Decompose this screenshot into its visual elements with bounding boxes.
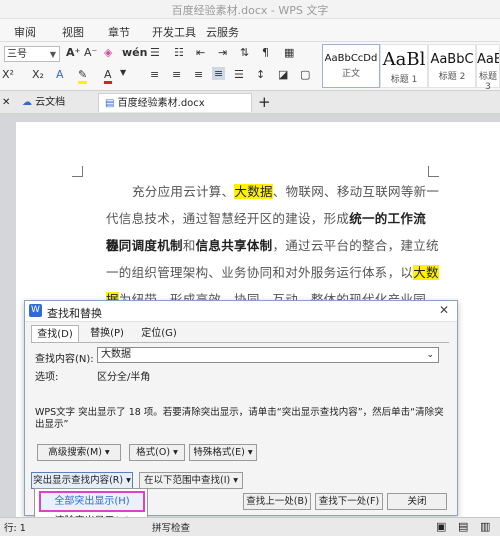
cloud-icon: ☁ <box>22 97 32 108</box>
menu-review[interactable]: 审阅 <box>14 24 36 40</box>
highlight-results-button[interactable]: 突出显示查找内容(R) ▾ <box>31 472 133 489</box>
tab-divider <box>31 342 449 343</box>
status-bar: 行: 1 拼写检查 ▣ ▤ ▥ <box>0 517 500 536</box>
ribbon: 三号 ▼ A⁺ A⁻ ◈ wén X² X₂ A ✎ A ▼ ☰ ☷ ⇤ ⇥ ⇅ … <box>0 42 500 92</box>
align-right-icon[interactable]: ≡ <box>194 68 203 81</box>
focus-mode-icon[interactable]: ▣ <box>436 520 446 533</box>
special-format-button[interactable]: 特殊格式(E) ▾ <box>189 444 257 461</box>
search-highlight: 大数据 <box>234 184 273 199</box>
crop-mark-left <box>72 166 83 177</box>
result-message: WPS文字 突出显示了 18 项。若要清除突出显示，请单击“突出显示查找内容”，… <box>35 407 444 430</box>
tab-goto[interactable]: 定位(G) <box>135 325 183 342</box>
pinyin-icon[interactable]: wén <box>122 46 147 59</box>
style-heading-2[interactable]: AaBbC 标题 2 <box>428 44 476 88</box>
style-heading-1[interactable]: AaBl 标题 1 <box>380 44 428 88</box>
show-marks-icon[interactable]: ¶ <box>262 46 269 59</box>
paragraph-line: 协同调度机制和信息共享体制，通过云平台的整合，建立统 <box>106 238 439 253</box>
crop-mark-right <box>428 166 439 177</box>
menu-developer[interactable]: 开发工具 <box>152 24 196 40</box>
shading-icon[interactable]: ◪ <box>278 68 288 81</box>
tab-replace[interactable]: 替换(P) <box>83 325 131 342</box>
increase-indent-icon[interactable]: ⇥ <box>218 46 227 59</box>
bullet-list-icon[interactable]: ☰ <box>150 46 160 59</box>
new-tab-icon[interactable]: + <box>258 93 271 112</box>
web-view-icon[interactable]: ▥ <box>480 520 490 533</box>
menu-view[interactable]: 视图 <box>62 24 84 40</box>
find-label: 查找内容(N): <box>35 354 94 365</box>
options-value: 区分全/半角 <box>97 372 151 383</box>
menu-section[interactable]: 章节 <box>108 24 130 40</box>
paragraph-line: 一的组织管理架构、业务协同和对外服务运行体系，以大数 <box>106 265 439 280</box>
sort-icon[interactable]: ⇅ <box>240 46 249 59</box>
spell-check[interactable]: 拼写检查 <box>152 520 190 534</box>
window-title: 百度经验素材.docx - WPS 文字 <box>171 4 329 17</box>
menu-bar: 审阅 视图 章节 开发工具 云服务 <box>0 19 500 42</box>
dialog-title-bar[interactable]: W 查找和替换 ✕ <box>25 301 457 322</box>
format-button[interactable]: 格式(O) ▾ <box>129 444 185 461</box>
tab-find[interactable]: 查找(D) <box>31 325 79 342</box>
highlight-color-icon[interactable]: ✎ <box>78 68 88 84</box>
find-input[interactable]: 大数据 ⌄ <box>97 347 439 363</box>
style-heading-3[interactable]: AaB 标题 3 <box>476 44 500 92</box>
distributed-icon[interactable]: ☰ <box>234 68 244 81</box>
line-spacing-icon[interactable]: ↕ <box>256 68 265 81</box>
style-normal[interactable]: AaBbCcDd 正文 <box>322 44 380 88</box>
title-bar: 百度经验素材.docx - WPS 文字 <box>0 0 500 19</box>
options-label: 选项: <box>35 372 59 383</box>
row-indicator: 行: 1 <box>4 523 26 534</box>
table-icon[interactable]: ▦ <box>284 46 294 59</box>
highlight-all-menu-item[interactable]: 全部突出显示(H) <box>39 491 145 512</box>
shrink-font-icon[interactable]: A⁻ <box>84 46 97 59</box>
document-tab-bar: ✕ ☁ 云文档 ▤ 百度经验素材.docx + <box>0 91 500 114</box>
dialog-close-icon[interactable]: ✕ <box>439 303 449 317</box>
font-color-dropdown-icon[interactable]: ▼ <box>120 68 126 77</box>
tab-cloud-docs[interactable]: ☁ 云文档 <box>22 93 92 112</box>
close-button[interactable]: 关闭 <box>387 493 447 510</box>
font-size-select[interactable]: 三号 ▼ <box>4 46 60 62</box>
find-previous-button[interactable]: 查找上一处(B) <box>243 493 311 510</box>
tab-document[interactable]: ▤ 百度经验素材.docx <box>98 93 252 112</box>
clear-format-icon[interactable]: ◈ <box>104 46 112 59</box>
search-highlight: 大数 <box>413 265 439 280</box>
decrease-indent-icon[interactable]: ⇤ <box>196 46 205 59</box>
font-color-icon[interactable]: A <box>104 68 112 84</box>
wps-logo-icon: W <box>29 304 42 317</box>
menu-cloud[interactable]: 云服务 <box>206 24 239 40</box>
text-effect-icon[interactable]: A <box>56 68 64 81</box>
document-icon: ▤ <box>105 98 115 109</box>
page-view-icon[interactable]: ▤ <box>458 520 468 533</box>
numbered-list-icon[interactable]: ☷ <box>174 46 184 59</box>
subscript-icon[interactable]: X₂ <box>32 68 44 81</box>
find-in-button[interactable]: 在以下范围中查找(I) ▾ <box>139 472 243 489</box>
chevron-down-icon[interactable]: ⌄ <box>426 348 434 362</box>
border-icon[interactable]: ▢ <box>300 68 310 81</box>
align-justify-icon[interactable]: ≡ <box>212 67 226 80</box>
paragraph-line: 充分应用云计算、大数据、物联网、移动互联网等新一 <box>132 184 440 199</box>
find-replace-dialog: W 查找和替换 ✕ 查找(D) 替换(P) 定位(G) 查找内容(N): 大数据… <box>24 300 458 516</box>
dialog-title: 查找和替换 <box>47 307 102 320</box>
align-left-icon[interactable]: ≡ <box>150 68 159 81</box>
align-center-icon[interactable]: ≡ <box>172 68 181 81</box>
superscript-icon[interactable]: X² <box>2 68 14 81</box>
tab-close-icon[interactable]: ✕ <box>2 93 10 112</box>
advanced-search-button[interactable]: 高级搜索(M) ▾ <box>37 444 121 461</box>
grow-font-icon[interactable]: A⁺ <box>66 46 80 59</box>
find-next-button[interactable]: 查找下一处(F) <box>315 493 383 510</box>
